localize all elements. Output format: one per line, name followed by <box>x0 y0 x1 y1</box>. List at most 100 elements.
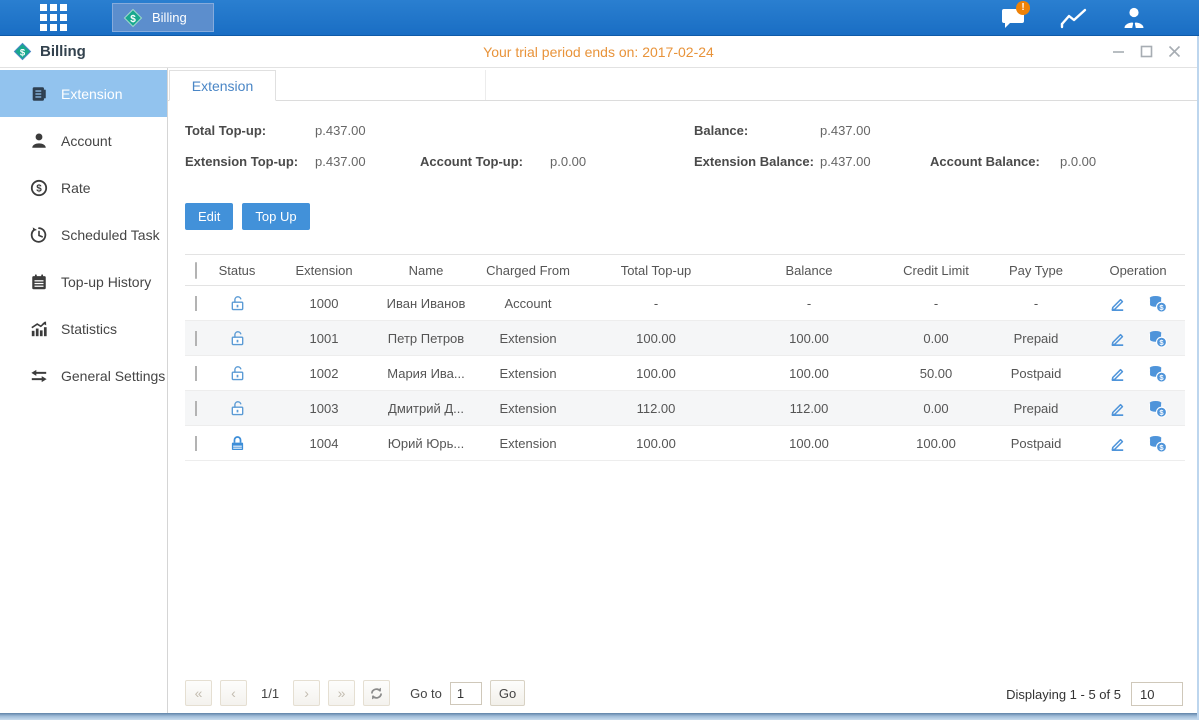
sidebar-item-general-settings[interactable]: General Settings <box>0 352 167 399</box>
sidebar: Extension Account $ Rate <box>0 68 168 713</box>
topup-row-icon[interactable]: $ <box>1147 293 1168 314</box>
table-row: 1004Юрий Юрь...Extension100.00100.00100.… <box>185 426 1185 461</box>
top-up-button[interactable]: Top Up <box>242 203 309 230</box>
cell-pay-type: - <box>981 296 1091 311</box>
edit-row-icon[interactable] <box>1108 294 1127 313</box>
status-lock-icon[interactable] <box>207 399 267 418</box>
app-menu-grid-icon[interactable] <box>38 3 68 33</box>
total-topup-value: p.437.00 <box>315 123 366 138</box>
table-row: 1001Петр ПетровExtension100.00100.000.00… <box>185 321 1185 356</box>
row-checkbox[interactable] <box>195 366 197 381</box>
status-lock-icon[interactable] <box>207 329 267 348</box>
topup-row-icon[interactable]: $ <box>1147 398 1168 419</box>
row-checkbox[interactable] <box>195 331 197 346</box>
balance-value: p.437.00 <box>820 123 871 138</box>
topup-row-icon[interactable]: $ <box>1147 433 1168 454</box>
refresh-button[interactable] <box>363 680 390 706</box>
topup-row-icon[interactable]: $ <box>1147 363 1168 384</box>
edit-row-icon[interactable] <box>1108 399 1127 418</box>
cell-extension: 1002 <box>267 366 381 381</box>
account-topup-label: Account Top-up: <box>420 154 523 169</box>
account-topup-value: p.0.00 <box>550 154 586 169</box>
trial-notice: Your trial period ends on: 2017-02-24 <box>0 44 1197 60</box>
tab-extension[interactable]: Extension <box>169 70 276 101</box>
row-checkbox[interactable] <box>195 296 197 311</box>
cell-name: Юрий Юрь... <box>381 436 471 451</box>
taskbar-item-billing[interactable]: $ Billing <box>112 3 214 32</box>
displaying-text: Displaying 1 - 5 of 5 <box>1006 687 1121 702</box>
sidebar-item-extension[interactable]: Extension <box>0 70 167 117</box>
cell-credit-limit: - <box>891 296 981 311</box>
page-size-select[interactable]: 10 <box>1131 682 1183 706</box>
col-status: Status <box>207 263 267 278</box>
tab-strip: Extension <box>168 70 1197 101</box>
window-titlebar: Your trial period ends on: 2017-02-24 $ … <box>0 36 1197 68</box>
cell-name: Мария Ива... <box>381 366 471 381</box>
edit-row-icon[interactable] <box>1108 364 1127 383</box>
cell-extension: 1003 <box>267 401 381 416</box>
extension-balance-value: p.437.00 <box>820 154 871 169</box>
user-account-icon[interactable] <box>1117 3 1151 33</box>
page-indicator: 1/1 <box>255 686 285 701</box>
toolbar: Edit Top Up <box>185 203 1197 230</box>
notifications-icon[interactable]: ! <box>997 3 1031 33</box>
col-total-topup: Total Top-up <box>585 263 727 278</box>
cell-balance: 100.00 <box>727 331 891 346</box>
goto-page-input[interactable] <box>450 682 482 705</box>
col-pay-type: Pay Type <box>981 263 1091 278</box>
scheduled-task-clock-icon <box>30 226 48 244</box>
extension-balance-label: Extension Balance: <box>694 154 814 169</box>
last-page-button[interactable]: » <box>328 680 355 706</box>
row-checkbox[interactable] <box>195 401 197 416</box>
sidebar-item-account[interactable]: Account <box>0 117 167 164</box>
maximize-icon[interactable] <box>1137 43 1155 61</box>
cell-extension: 1004 <box>267 436 381 451</box>
svg-text:$: $ <box>36 183 42 194</box>
cell-credit-limit: 0.00 <box>891 401 981 416</box>
total-topup-label: Total Top-up: <box>185 123 266 138</box>
minimize-icon[interactable] <box>1109 43 1127 61</box>
edit-row-icon[interactable] <box>1108 434 1127 453</box>
close-icon[interactable] <box>1165 43 1183 61</box>
billing-window: Your trial period ends on: 2017-02-24 $ … <box>0 36 1199 720</box>
go-button[interactable]: Go <box>490 680 525 706</box>
cell-pay-type: Postpaid <box>981 436 1091 451</box>
topbar-right-icons: ! <box>997 3 1199 33</box>
first-page-button[interactable]: « <box>185 680 212 706</box>
svg-text:$: $ <box>1159 302 1164 311</box>
resource-monitor-icon[interactable] <box>1057 3 1091 33</box>
status-lock-icon[interactable] <box>207 434 267 453</box>
row-checkbox[interactable] <box>195 436 197 451</box>
sidebar-item-label: Account <box>61 133 112 149</box>
cell-total-topup: 100.00 <box>585 366 727 381</box>
topup-row-icon[interactable]: $ <box>1147 328 1168 349</box>
sidebar-item-statistics[interactable]: Statistics <box>0 305 167 352</box>
cell-name: Дмитрий Д... <box>381 401 471 416</box>
cell-charged-from: Extension <box>471 401 585 416</box>
extension-topup-label: Extension Top-up: <box>185 154 298 169</box>
svg-text:$: $ <box>1159 407 1164 416</box>
svg-text:$: $ <box>1159 337 1164 346</box>
select-all-checkbox[interactable] <box>195 262 197 279</box>
statistics-chart-icon <box>30 320 48 338</box>
account-balance-value: p.0.00 <box>1060 154 1096 169</box>
col-charged-from: Charged From <box>471 263 585 278</box>
col-extension: Extension <box>267 263 381 278</box>
summary-panel: Total Top-up: p.437.00 Balance: p.437.00… <box>168 115 1197 181</box>
cell-balance: 112.00 <box>727 401 891 416</box>
prev-page-button[interactable]: ‹ <box>220 680 247 706</box>
goto-label: Go to <box>410 686 442 701</box>
edit-row-icon[interactable] <box>1108 329 1127 348</box>
status-lock-icon[interactable] <box>207 364 267 383</box>
account-person-icon <box>30 132 48 150</box>
edit-button[interactable]: Edit <box>185 203 233 230</box>
sidebar-item-rate[interactable]: $ Rate <box>0 164 167 211</box>
status-lock-icon[interactable] <box>207 294 267 313</box>
next-page-button[interactable]: › <box>293 680 320 706</box>
table-row: 1000Иван ИвановAccount----$ <box>185 286 1185 321</box>
sidebar-item-topup-history[interactable]: Top-up History <box>0 258 167 305</box>
col-balance: Balance <box>727 263 891 278</box>
sidebar-item-scheduled-task[interactable]: Scheduled Task <box>0 211 167 258</box>
cell-balance: - <box>727 296 891 311</box>
table-row: 1003Дмитрий Д...Extension112.00112.000.0… <box>185 391 1185 426</box>
